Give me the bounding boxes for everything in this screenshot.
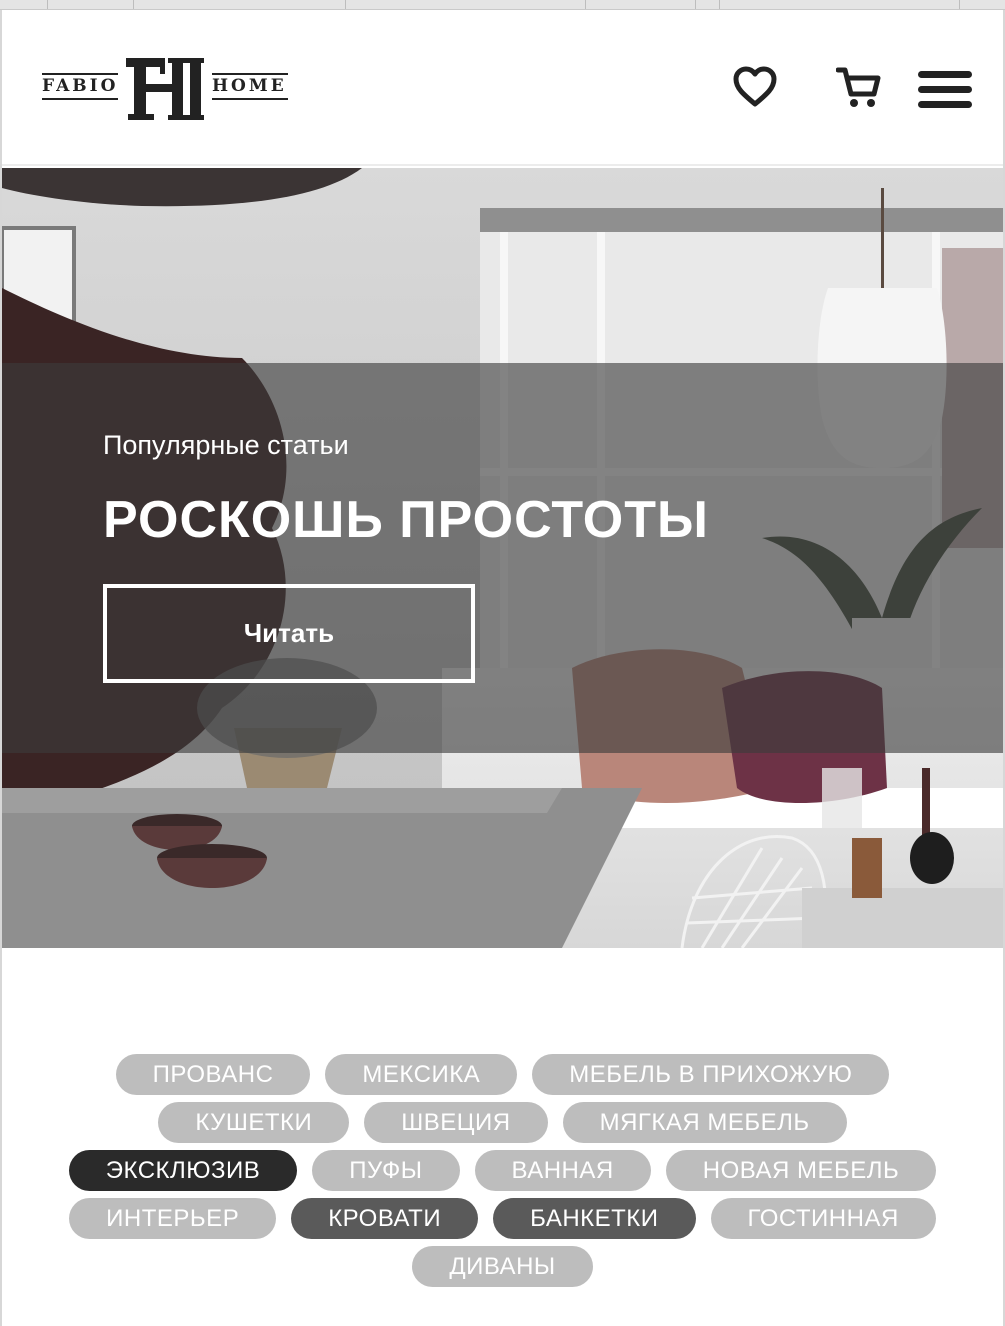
tag-chip[interactable]: МЕКСИКА	[325, 1054, 518, 1095]
tag-row: ИНТЕРЬЕР КРОВАТИ БАНКЕТКИ ГОСТИННАЯ	[2, 1198, 1003, 1239]
tag-chip[interactable]: МЕБЕЛЬ В ПРИХОЖУЮ	[532, 1054, 890, 1095]
favorites-button[interactable]	[733, 66, 777, 108]
tag-row: ПРОВАНС МЕКСИКА МЕБЕЛЬ В ПРИХОЖУЮ	[2, 1054, 1003, 1095]
browser-tab-fragment	[586, 0, 696, 9]
hero-title: РОСКОШЬ ПРОСТОТЫ	[103, 491, 709, 549]
browser-tab-fragment	[0, 0, 48, 9]
logo-rule	[42, 98, 118, 100]
browser-tab-fragment	[346, 0, 586, 9]
tag-chip[interactable]: КУШЕТКИ	[158, 1102, 350, 1143]
read-button[interactable]: Читать	[103, 584, 475, 683]
menu-button[interactable]	[918, 70, 972, 110]
hero-kicker: Популярные статьи	[103, 430, 349, 460]
tag-chip[interactable]: ПУФЫ	[312, 1150, 460, 1191]
logo-word-left: FABIO	[42, 76, 119, 96]
browser-tab-fragment	[720, 0, 960, 9]
tag-chip[interactable]: КРОВАТИ	[291, 1198, 479, 1239]
tag-chip[interactable]: НОВАЯ МЕБЕЛЬ	[665, 1150, 937, 1191]
tag-chip[interactable]: БАНКЕТКИ	[493, 1198, 696, 1239]
logo-rule	[42, 73, 118, 75]
tag-chip[interactable]: ЭКСКЛЮЗИВ	[68, 1150, 298, 1191]
tag-chip[interactable]: ИНТЕРЬЕР	[69, 1198, 277, 1239]
tag-chip[interactable]: ГОСТИННАЯ	[710, 1198, 936, 1239]
tag-chip[interactable]: ДИВАНЫ	[412, 1246, 593, 1287]
logo-word-right: HOME	[212, 76, 287, 96]
tag-chip[interactable]: ШВЕЦИЯ	[364, 1102, 548, 1143]
logo-monogram-icon	[126, 58, 204, 120]
browser-tab-fragment	[48, 0, 134, 9]
tag-chip[interactable]: ВАННАЯ	[474, 1150, 651, 1191]
tag-chip[interactable]: МЯГКАЯ МЕБЕЛЬ	[562, 1102, 847, 1143]
brand-logo[interactable]: FABIO HOME	[42, 56, 288, 122]
hero-banner: Популярные статьи РОСКОШЬ ПРОСТОТЫ Читат…	[2, 168, 1003, 948]
cart-button[interactable]	[836, 66, 882, 110]
tag-chip[interactable]: ПРОВАНС	[115, 1054, 311, 1095]
logo-rule	[212, 73, 288, 75]
logo-rule	[212, 98, 288, 100]
browser-tab-fragment	[696, 0, 720, 9]
site-header: FABIO HOME	[2, 10, 1003, 166]
tag-row: ЭКСКЛЮЗИВ ПУФЫ ВАННАЯ НОВАЯ МЕБЕЛЬ	[2, 1150, 1003, 1191]
tag-row: КУШЕТКИ ШВЕЦИЯ МЯГКАЯ МЕБЕЛЬ	[2, 1102, 1003, 1143]
tag-cloud: ПРОВАНС МЕКСИКА МЕБЕЛЬ В ПРИХОЖУЮ КУШЕТКИ ШВ…	[2, 1054, 1003, 1294]
heart-icon	[733, 66, 777, 107]
tag-row: ДИВАНЫ	[2, 1246, 1003, 1287]
browser-toolbar-strip	[0, 0, 1005, 10]
browser-tab-fragment	[134, 0, 346, 9]
hamburger-menu-icon	[918, 71, 972, 108]
hero-overlay-band	[2, 363, 1003, 753]
cart-icon	[836, 67, 881, 107]
